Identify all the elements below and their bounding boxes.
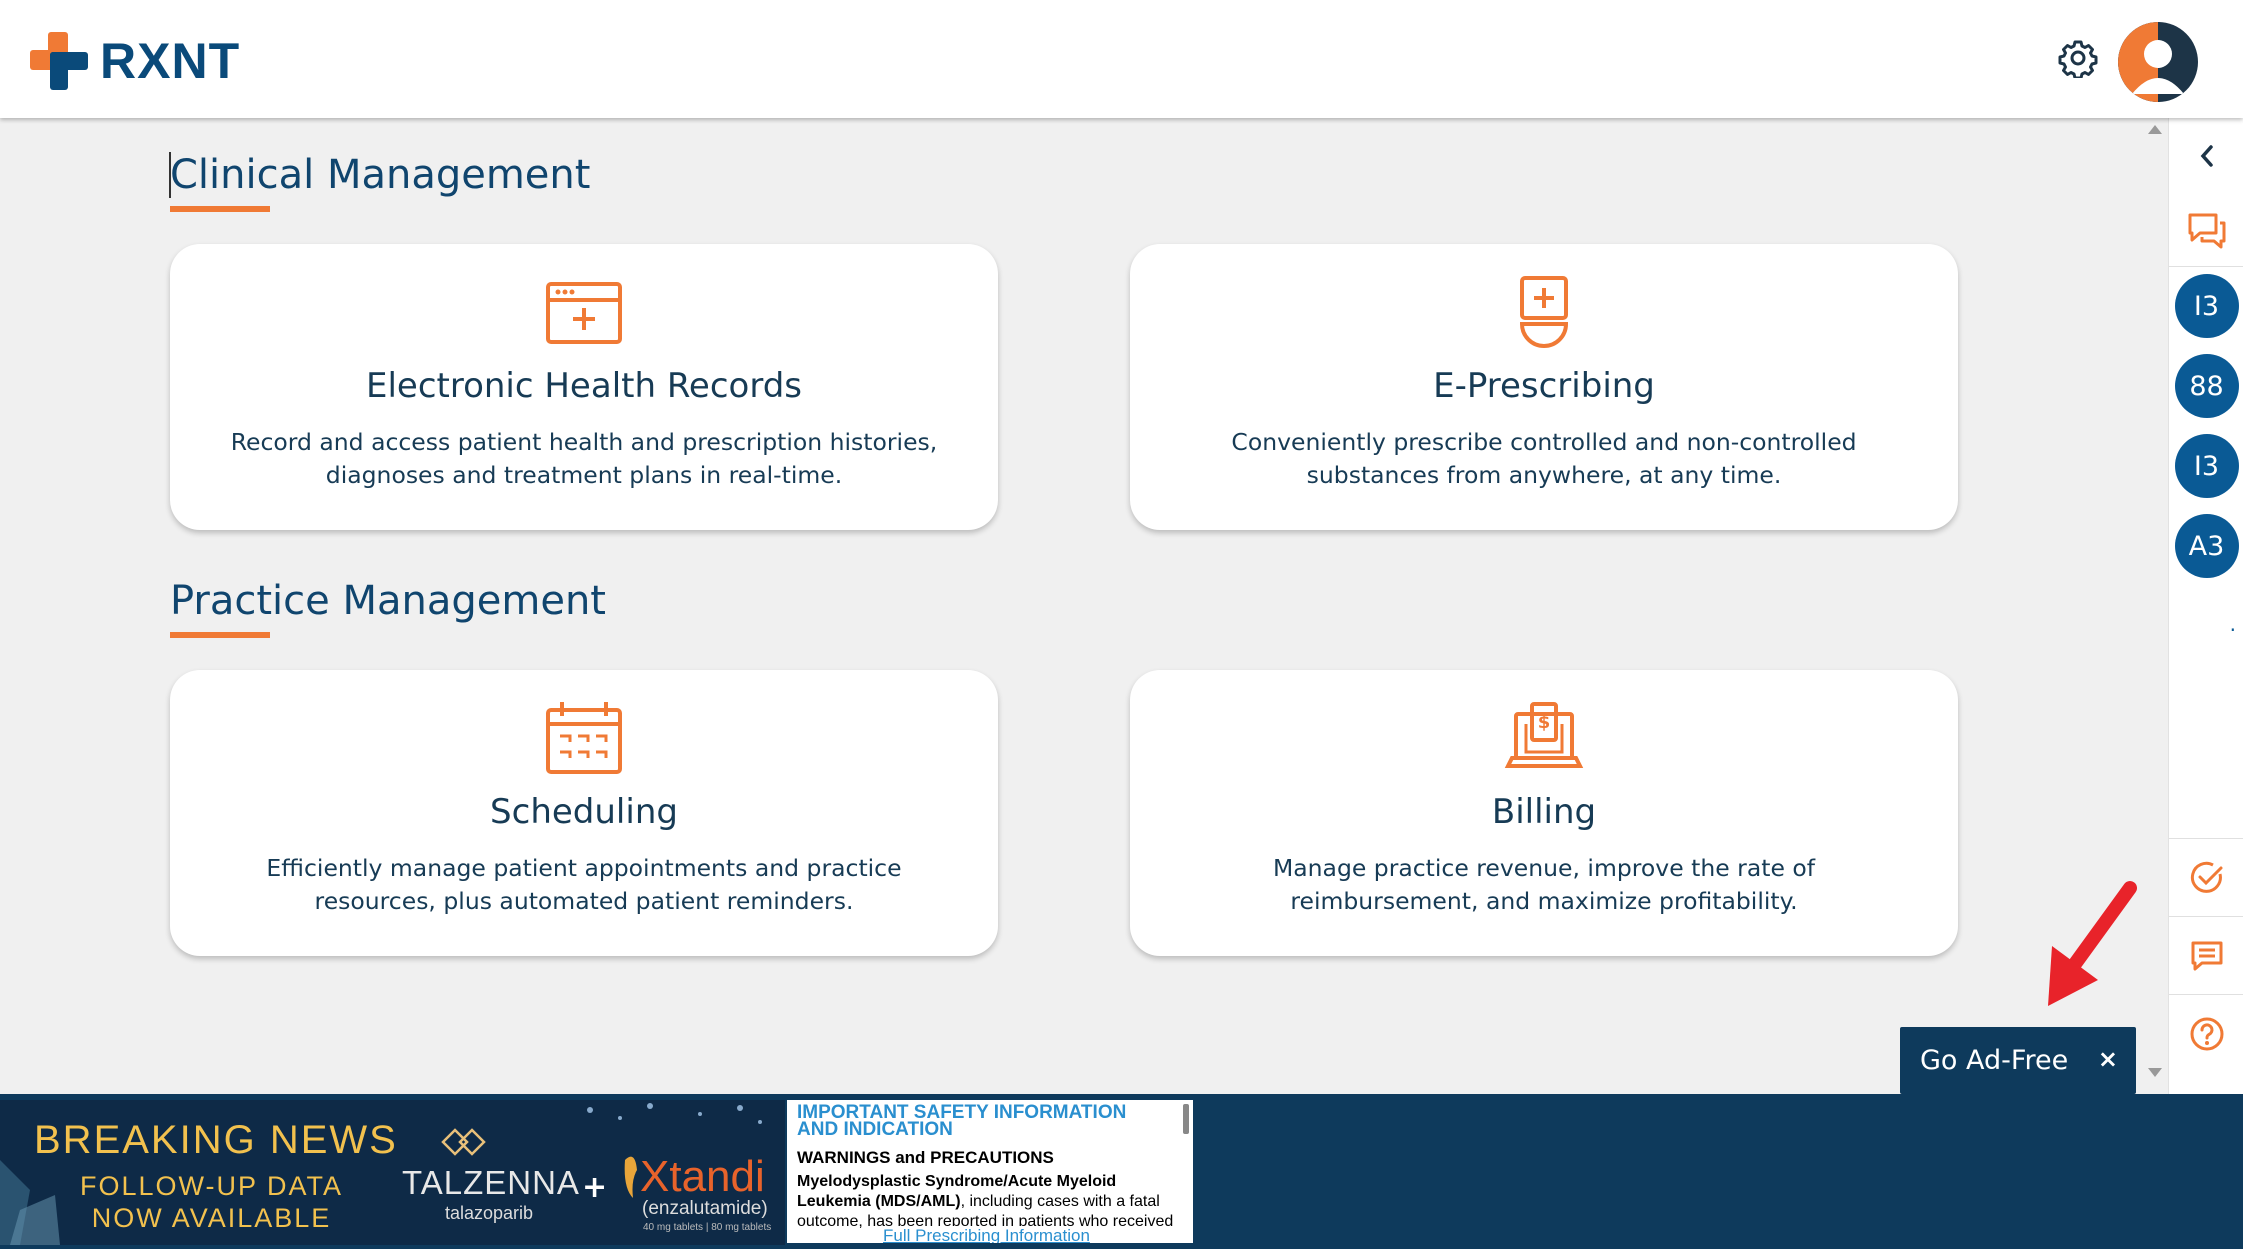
ad-subheadline: FOLLOW-UP DATA NOW AVAILABLE <box>80 1170 343 1234</box>
card-e-prescribing[interactable]: E-Prescribing Conveniently prescribe con… <box>1130 244 1958 530</box>
red-pointer-arrow-icon <box>2048 881 2137 1006</box>
billing-icon: $ <box>1504 702 1584 768</box>
close-icon[interactable]: × <box>2098 1045 2118 1073</box>
isi-title: IMPORTANT SAFETY INFORMATION AND INDICAT… <box>797 1102 1127 1140</box>
sidebar-tasks[interactable] <box>2169 858 2243 898</box>
help-question-icon <box>2190 1017 2223 1051</box>
sidebar-collapse[interactable] <box>2169 138 2243 174</box>
card-description-line: reimbursement, and maximize profitabilit… <box>1290 887 1798 915</box>
sidebar-divider <box>2169 838 2243 839</box>
section-underline <box>170 632 270 638</box>
health-records-icon <box>546 282 622 344</box>
ad-plus: + <box>582 1170 608 1205</box>
sidebar-help[interactable] <box>2169 1014 2243 1054</box>
sidebar-contact-88[interactable]: 88 <box>2169 354 2243 418</box>
card-description-line: resources, plus automated patient remind… <box>314 887 854 915</box>
scroll-up-arrow-icon[interactable] <box>2145 120 2165 140</box>
card-description-line: Efficiently manage patient appointments … <box>266 854 902 882</box>
ad-brand-xtandi: Xtandi <box>640 1152 765 1201</box>
ad-brand-xtandi-sub: (enzalutamide) <box>642 1198 768 1219</box>
card-description: Conveniently prescribe controlled and no… <box>1190 426 1898 492</box>
section-title-practice: Practice Management <box>170 578 606 624</box>
ad-brand-xtandi-dose: 40 mg tablets | 80 mg tablets <box>643 1222 772 1233</box>
settings-gear-icon[interactable] <box>2058 38 2098 78</box>
card-description: Record and access patient health and pre… <box>230 426 938 492</box>
ad-subheadline-line: NOW AVAILABLE <box>91 1203 332 1233</box>
card-description-line: Conveniently prescribe controlled and no… <box>1231 428 1857 456</box>
scroll-down-arrow-icon[interactable] <box>2145 1062 2165 1082</box>
card-title: Scheduling <box>490 792 678 832</box>
card-title: Electronic Health Records <box>365 366 803 406</box>
svg-text:$: $ <box>1538 712 1551 733</box>
right-sidebar: I3 88 I3 A3 . <box>2168 118 2243 1094</box>
sidebar-contact-a3[interactable]: A3 <box>2169 514 2243 578</box>
card-scheduling[interactable]: Scheduling Efficiently manage patient ap… <box>170 670 998 956</box>
sidebar-divider <box>2169 916 2243 917</box>
user-avatar-icon <box>2118 22 2184 102</box>
card-billing[interactable]: $ Billing Manage practice revenue, impro… <box>1130 670 1958 956</box>
card-description: Efficiently manage patient appointments … <box>230 852 938 918</box>
ad-banner: BREAKING NEWS FOLLOW-UP DATA NOW AVAILAB… <box>0 1094 2243 1249</box>
card-title: Billing <box>1491 792 1597 832</box>
card-description-line: Manage practice revenue, improve the rat… <box>1272 854 1816 882</box>
ad-safety-info[interactable]: IMPORTANT SAFETY INFORMATION AND INDICAT… <box>787 1100 1193 1243</box>
section-underline <box>170 206 270 212</box>
sidebar-chat[interactable] <box>2169 206 2243 256</box>
app-header: RXNT <box>0 0 2243 118</box>
card-description-line: diagnoses and treatment plans in real-ti… <box>325 461 843 489</box>
card-title: E-Prescribing <box>1433 366 1655 406</box>
logo-text: RXNT <box>100 33 241 89</box>
isi-scrollbar[interactable] <box>1183 1104 1189 1134</box>
ad-brand-talzenna-sub: talazoparib <box>445 1203 534 1223</box>
go-ad-free-button[interactable]: Go Ad-Free × <box>1900 1027 2136 1094</box>
chat-bubbles-icon <box>2188 213 2225 249</box>
section-title-clinical: Clinical Management <box>170 152 591 198</box>
isi-body: Myelodysplastic Syndrome/Acute Myeloid L… <box>797 1172 1177 1232</box>
ad-creative[interactable]: BREAKING NEWS FOLLOW-UP DATA NOW AVAILAB… <box>0 1100 785 1245</box>
go-ad-free-label: Go Ad-Free <box>1920 1045 2069 1076</box>
contact-badge: I3 <box>2174 434 2239 498</box>
chevron-left-icon <box>2200 145 2213 167</box>
ad-headline: BREAKING NEWS <box>34 1118 398 1162</box>
logo-cross-icon <box>30 32 88 90</box>
check-circle-icon <box>2190 861 2222 893</box>
sidebar-dot: . <box>2229 612 2236 636</box>
card-electronic-health-records[interactable]: Electronic Health Records Record and acc… <box>170 244 998 530</box>
card-description-line: substances from anywhere, at any time. <box>1306 461 1782 489</box>
sidebar-divider <box>2169 266 2243 267</box>
calendar-icon <box>546 702 622 774</box>
isi-warnings: WARNINGS and PRECAUTIONS <box>797 1148 1054 1167</box>
user-avatar[interactable] <box>2118 22 2198 102</box>
rxnt-logo[interactable]: RXNT <box>28 30 240 92</box>
ad-brand-talzenna: TALZENNA <box>402 1164 580 1201</box>
sidebar-contact-i3[interactable]: I3 <box>2169 274 2243 338</box>
prescription-icon <box>1519 276 1569 348</box>
contact-badge: I3 <box>2174 274 2239 338</box>
sidebar-contact-i3-second[interactable]: I3 <box>2169 434 2243 498</box>
contact-badge: 88 <box>2174 354 2239 418</box>
sidebar-divider <box>2169 994 2243 995</box>
message-icon <box>2191 941 2222 971</box>
card-description: Manage practice revenue, improve the rat… <box>1190 852 1898 918</box>
full-prescribing-info-link[interactable]: Full Prescribing Information <box>879 1226 1094 1243</box>
contact-badge: A3 <box>2174 514 2239 578</box>
sidebar-messages[interactable] <box>2169 936 2243 976</box>
main-content: Clinical Management Electronic Health Re… <box>0 118 2142 1094</box>
ad-subheadline-line: FOLLOW-UP DATA <box>80 1171 344 1201</box>
card-description-line: Record and access patient health and pre… <box>230 428 938 456</box>
